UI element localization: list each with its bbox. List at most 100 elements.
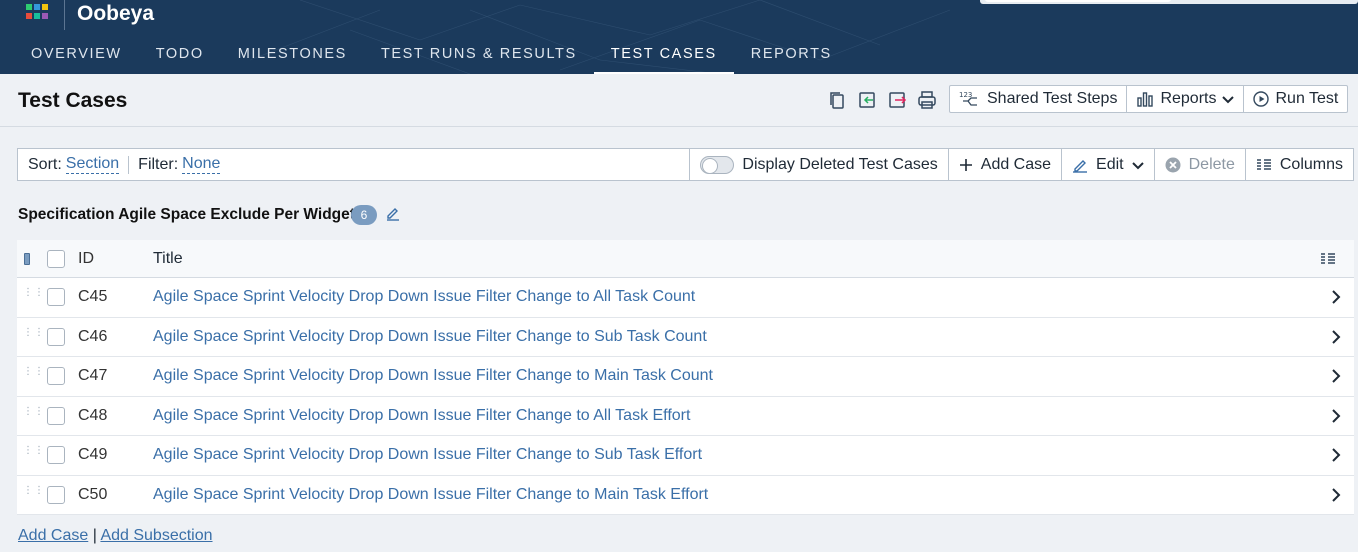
case-id: C48 [78, 406, 108, 424]
drag-handle-header-icon [24, 252, 30, 265]
edit-section-icon[interactable] [385, 205, 401, 221]
case-id: C50 [78, 485, 108, 503]
display-deleted-label: Display Deleted Test Cases [742, 155, 938, 173]
reports-label: Reports [1160, 90, 1217, 107]
row-checkbox[interactable] [47, 367, 65, 386]
display-deleted-toggle[interactable]: Display Deleted Test Cases [690, 149, 949, 180]
run-test-button[interactable]: Run Test [1244, 86, 1347, 112]
chevron-right-icon[interactable] [1330, 448, 1342, 462]
columns-label: Columns [1279, 155, 1343, 173]
reports-button[interactable]: Reports [1127, 86, 1245, 112]
toolbar-separator [128, 155, 130, 174]
drag-handle-icon[interactable]: ⋮⋮ [23, 406, 44, 423]
chevron-right-icon[interactable] [1330, 290, 1342, 304]
row-checkbox[interactable] [47, 288, 65, 307]
row-checkbox[interactable] [47, 406, 65, 425]
case-id: C45 [78, 288, 108, 306]
case-title-link[interactable]: Agile Space Sprint Velocity Drop Down Is… [153, 446, 702, 464]
export-icon[interactable] [886, 89, 908, 111]
main-nav: OVERVIEW TODO MILESTONES TEST RUNS & RES… [14, 36, 849, 74]
row-checkbox[interactable] [47, 446, 65, 465]
filter-link[interactable]: None [182, 155, 221, 174]
delete-label: Delete [1188, 155, 1235, 173]
sort-label: Sort: [28, 155, 62, 173]
app-title: Oobeya [77, 2, 155, 25]
search-input[interactable] [985, 0, 1171, 2]
drag-handle-icon[interactable]: ⋮⋮ [23, 327, 44, 344]
table-row[interactable]: ⋮⋮ C48 Agile Space Sprint Velocity Drop … [17, 397, 1354, 436]
delete-circle-icon [1165, 157, 1181, 172]
drag-handle-icon[interactable]: ⋮⋮ [23, 288, 44, 304]
case-id: C47 [78, 367, 108, 385]
add-case-label: Add Case [980, 155, 1052, 173]
play-circle-icon [1253, 91, 1270, 107]
pencil-icon [1073, 159, 1088, 173]
print-icon[interactable] [916, 89, 938, 111]
columns-icon [1256, 158, 1271, 170]
delete-button[interactable]: Delete [1155, 149, 1246, 180]
page-actions: 123 Shared Test Steps Reports Run Test [949, 85, 1349, 113]
top-header: Oobeya OVERVIEW TODO MILESTONES TEST RUN… [0, 0, 1358, 74]
select-all-checkbox[interactable] [47, 249, 65, 268]
add-case-link[interactable]: Add Case [18, 527, 88, 544]
table-row[interactable]: ⋮⋮ C47 Agile Space Sprint Velocity Drop … [17, 357, 1354, 397]
table-row[interactable]: ⋮⋮ C50 Agile Space Sprint Velocity Drop … [17, 476, 1354, 515]
edit-label: Edit [1096, 155, 1124, 173]
import-icon[interactable] [856, 89, 878, 111]
shared-test-steps-button[interactable]: 123 Shared Test Steps [950, 86, 1128, 112]
case-title-link[interactable]: Agile Space Sprint Velocity Drop Down Is… [153, 486, 708, 504]
column-header-title[interactable]: Title [153, 250, 183, 268]
chevron-down-icon [1222, 96, 1235, 104]
chevron-right-icon[interactable] [1330, 330, 1342, 344]
case-id: C46 [78, 327, 108, 345]
cases-toolbar: Sort: Section Filter: None Display Delet… [17, 148, 1354, 181]
row-checkbox[interactable] [47, 327, 65, 346]
tab-todo[interactable]: TODO [139, 36, 221, 74]
drag-handle-icon[interactable]: ⋮⋮ [23, 367, 44, 383]
tab-reports[interactable]: REPORTS [734, 36, 849, 74]
test-cases-table: ID Title ⋮⋮ C45 Agile Space Sprint Veloc… [17, 240, 1354, 515]
case-title-link[interactable]: Agile Space Sprint Velocity Drop Down Is… [153, 288, 695, 306]
run-test-label: Run Test [1275, 90, 1339, 107]
toggle-switch[interactable] [700, 155, 735, 174]
case-count-badge: 6 [351, 205, 377, 225]
chevron-right-icon[interactable] [1330, 369, 1342, 383]
add-case-button[interactable]: Add Case [949, 149, 1063, 180]
header-divider [64, 0, 65, 30]
shared-test-steps-label: Shared Test Steps [987, 90, 1118, 107]
case-title-link[interactable]: Agile Space Sprint Velocity Drop Down Is… [153, 367, 713, 385]
table-row[interactable]: ⋮⋮ C45 Agile Space Sprint Velocity Drop … [17, 278, 1354, 318]
column-header-id[interactable]: ID [78, 250, 94, 268]
bar-chart-icon [1137, 92, 1154, 107]
title-divider [0, 126, 1358, 127]
shared-steps-icon: 123 [959, 91, 977, 106]
sort-link[interactable]: Section [65, 155, 120, 174]
chevron-down-icon [1131, 161, 1144, 169]
drag-handle-icon[interactable]: ⋮⋮ [23, 446, 44, 462]
grid-logo-icon[interactable] [26, 4, 48, 20]
column-settings-icon[interactable] [1320, 252, 1336, 266]
chevron-right-icon[interactable] [1330, 409, 1342, 423]
table-row[interactable]: ⋮⋮ C49 Agile Space Sprint Velocity Drop … [17, 436, 1354, 476]
columns-button[interactable]: Columns [1246, 149, 1353, 180]
plus-icon [959, 158, 972, 171]
add-subsection-link[interactable]: Add Subsection [100, 527, 212, 544]
tab-test-cases[interactable]: TEST CASES [593, 36, 734, 74]
case-title-link[interactable]: Agile Space Sprint Velocity Drop Down Is… [153, 407, 690, 425]
tab-overview[interactable]: OVERVIEW [14, 36, 139, 74]
row-checkbox[interactable] [47, 485, 65, 504]
footer-separator: | [92, 527, 97, 544]
case-title-link[interactable]: Agile Space Sprint Velocity Drop Down Is… [153, 328, 707, 346]
table-header: ID Title [17, 240, 1354, 278]
case-id: C49 [78, 446, 108, 464]
page-title: Test Cases [18, 89, 128, 112]
sort-filter-bar: Sort: Section Filter: None [18, 149, 691, 180]
chevron-right-icon[interactable] [1330, 488, 1342, 502]
table-row[interactable]: ⋮⋮ C46 Agile Space Sprint Velocity Drop … [17, 318, 1354, 357]
copy-icon[interactable] [826, 89, 848, 111]
filter-label: Filter: [138, 155, 179, 173]
edit-button[interactable]: Edit [1062, 149, 1155, 180]
tab-test-runs-results[interactable]: TEST RUNS & RESULTS [364, 36, 594, 74]
tab-milestones[interactable]: MILESTONES [221, 36, 364, 74]
drag-handle-icon[interactable]: ⋮⋮ [23, 485, 44, 502]
